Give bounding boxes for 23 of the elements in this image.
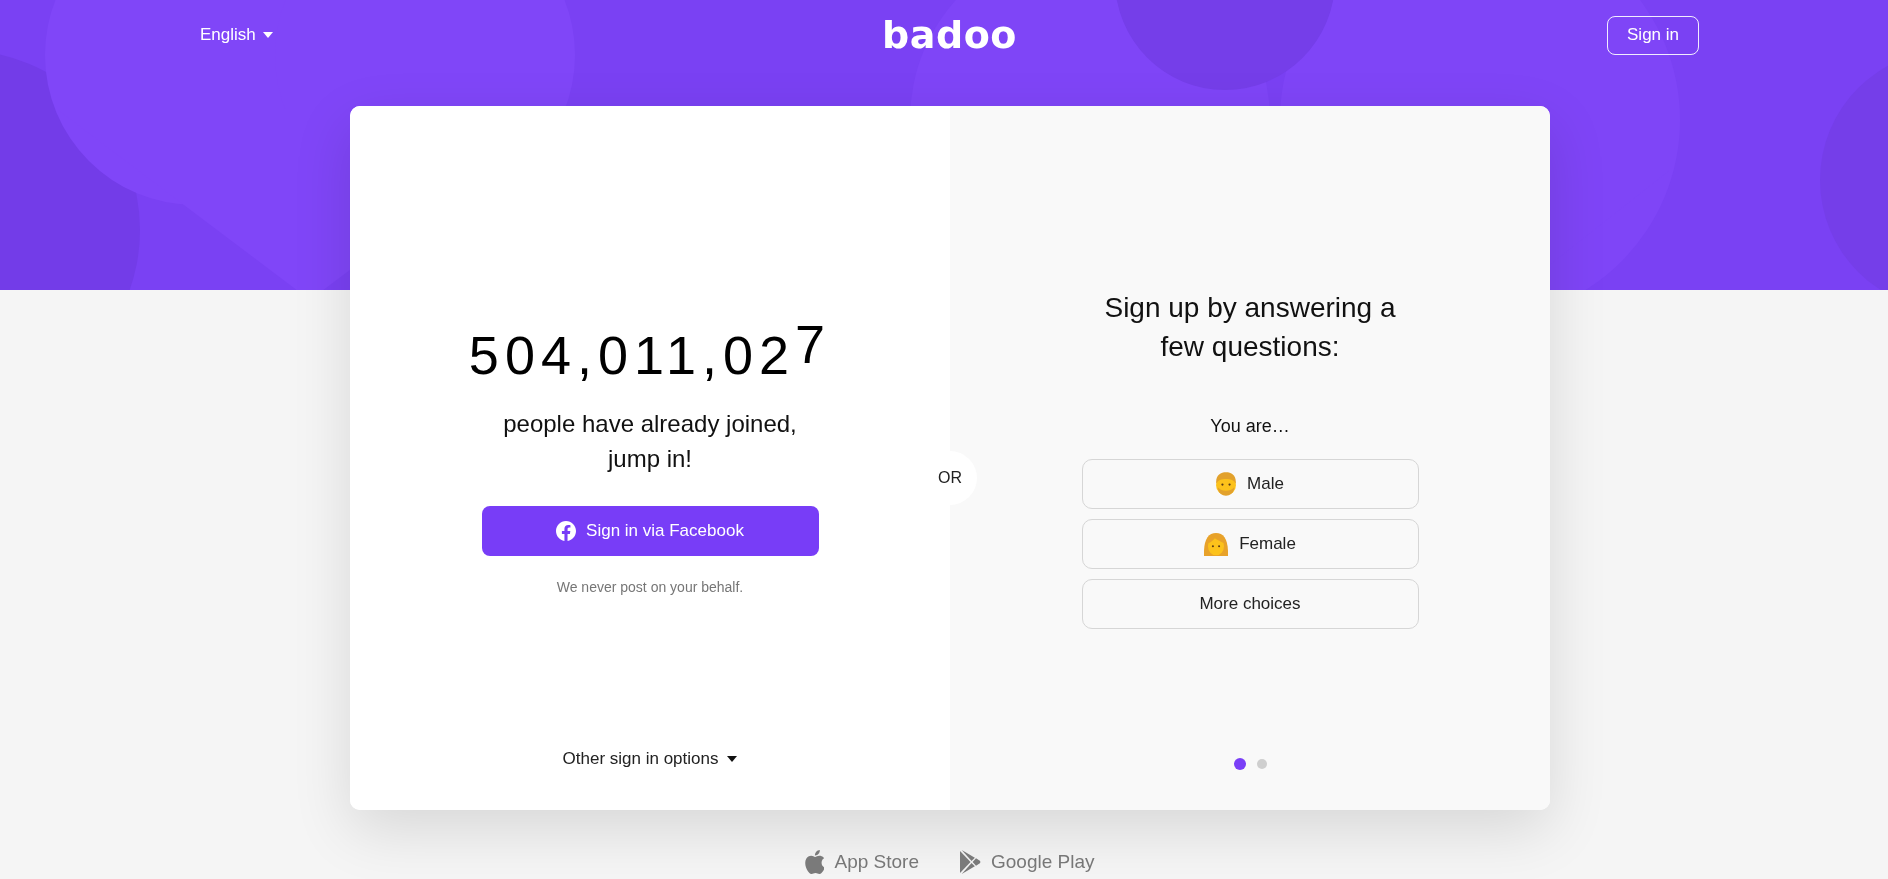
gender-choice-button[interactable]: Female — [1081, 519, 1419, 569]
caret-icon — [262, 32, 273, 38]
other-sign-in-options[interactable]: Other sign in options — [562, 747, 738, 771]
member-count: 504,011,02 — [468, 327, 796, 383]
store-link[interactable]: App Store — [805, 850, 919, 874]
caret-icon — [727, 756, 738, 762]
apple-icon — [805, 850, 825, 874]
store-link[interactable]: Google Play — [960, 850, 1095, 874]
play-icon — [960, 850, 981, 874]
sign-in-button[interactable]: Sign in — [1607, 15, 1699, 55]
man-emoji-icon — [1216, 472, 1237, 496]
woman-emoji-icon — [1204, 532, 1229, 556]
facebook-sign-in-button[interactable]: Sign in via Facebook — [481, 506, 819, 556]
sign-up-title: Sign up by answering a few questions: — [1103, 291, 1397, 364]
gender-choice-button[interactable]: More choices — [1081, 579, 1419, 629]
joined-caption: people have already joined, jump in! — [502, 409, 798, 474]
privacy-note: We never post on your behalf. — [556, 578, 744, 597]
facebook-icon — [556, 521, 577, 541]
gender-choice-button[interactable]: Male — [1081, 459, 1419, 509]
badoo-logo[interactable]: badoo — [882, 16, 1017, 54]
language-selector[interactable]: English — [200, 25, 273, 45]
rolling-digit: 7 — [795, 316, 832, 372]
you-are-prompt: You are… — [1210, 415, 1290, 438]
